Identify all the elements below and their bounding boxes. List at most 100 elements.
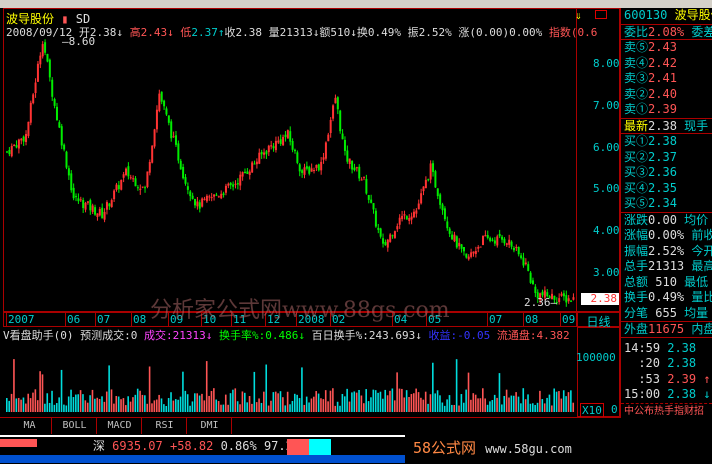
candle-body: [277, 140, 280, 143]
volume-bar: [77, 394, 79, 412]
volume-bar: [367, 401, 370, 412]
volume-bar: [301, 367, 303, 412]
ask-row: 卖①2.39: [624, 102, 677, 116]
volume-bar: [327, 401, 329, 412]
candle-body: [336, 97, 339, 110]
volume-bar: [70, 389, 72, 412]
volume-bar: [543, 403, 546, 412]
candle-body: [384, 242, 387, 246]
volume-bar: [329, 390, 332, 412]
volume-bar: [412, 393, 415, 412]
volume-bar: [160, 398, 163, 412]
volume-bar: [417, 392, 420, 412]
status-bar: 深 6935.07 +58.82 0.86% 97.27亿: [0, 435, 405, 455]
volume-bar: [158, 394, 160, 412]
market-index: 6935.07: [112, 439, 163, 453]
volume-bar: [410, 394, 413, 412]
candle-body: [165, 108, 168, 115]
volume-bar: [260, 402, 263, 412]
candle-body: [286, 130, 289, 139]
bid-row: 买③2.36: [624, 165, 677, 179]
candle-body: [72, 187, 75, 199]
candle-body: [258, 152, 261, 164]
volume-bar: [277, 393, 279, 412]
candle-body: [236, 183, 239, 185]
volume-bar: [465, 389, 467, 412]
candle-body: [48, 59, 51, 78]
candle-body: [67, 168, 70, 176]
volume-bar: [186, 394, 189, 412]
candle-body: [472, 251, 475, 254]
volume-bar: [363, 403, 365, 412]
volume-bar: [148, 366, 151, 412]
volume-bar: [322, 399, 325, 412]
ask-row: 卖⑤2.43: [624, 40, 677, 54]
scale-button[interactable]: X10: [580, 403, 604, 418]
volume-bar: [39, 371, 41, 412]
volume-bar: [103, 401, 106, 412]
candle-body: [322, 157, 325, 160]
quote-panel: 600130 波导股份 委比2.08% 委差 卖⑤2.43卖④2.42卖③2.4…: [620, 8, 712, 418]
volume-bar: [101, 396, 103, 412]
candle-body: [370, 199, 373, 203]
candle-body: [408, 217, 411, 221]
price-tick: 3.00: [593, 266, 620, 279]
candle-body: [10, 145, 13, 157]
tab-ma[interactable]: MA: [8, 418, 52, 434]
period-selector[interactable]: 日线: [577, 312, 620, 329]
candle-body: [272, 146, 275, 149]
volume-bar: [63, 404, 65, 412]
candle-body: [44, 42, 47, 53]
volume-bar: [170, 392, 172, 412]
volume-bar: [512, 395, 515, 412]
volume-bar: [117, 396, 120, 412]
news-ticker[interactable]: 中公布热手指财招: [621, 402, 712, 419]
candle-body: [393, 231, 396, 238]
volume-bar: [263, 391, 265, 412]
candle-body: [317, 164, 320, 171]
window-toggle-icon[interactable]: [595, 10, 607, 19]
volume-bar: [179, 396, 182, 412]
volume-bar: [408, 397, 410, 412]
candle-body: [446, 221, 449, 229]
candle-body: [405, 216, 408, 220]
volume-bar: [531, 403, 534, 412]
volume-bar: [55, 403, 58, 412]
candle-body: [60, 126, 63, 146]
candle-body: [229, 182, 232, 186]
volume-bar: [224, 394, 227, 412]
volume-bar: [501, 404, 503, 412]
volume-bar: [215, 399, 218, 412]
ask-row: 卖④2.42: [624, 55, 677, 70]
candle-body: [103, 211, 106, 220]
tab-macd[interactable]: MACD: [98, 418, 142, 434]
candle-body: [253, 163, 256, 165]
volume-bar: [75, 394, 77, 412]
tab-dmi[interactable]: DMI: [188, 418, 232, 434]
volume-bar: [153, 400, 156, 412]
volume-bar: [505, 389, 508, 412]
candle-body: [429, 163, 432, 180]
tab-rsi[interactable]: RSI: [143, 418, 187, 434]
candle-body: [324, 142, 327, 159]
candle-body: [213, 194, 216, 197]
volume-bar: [279, 391, 282, 412]
pin-icon[interactable]: ⇓: [575, 9, 582, 22]
candle-body: [98, 208, 101, 216]
watermark: 分析家公式网www.88gs.com: [150, 298, 450, 323]
volume-bar: [341, 393, 344, 412]
volume-bar: [360, 395, 363, 412]
volume-bar: [210, 390, 213, 412]
volume-bar: [293, 393, 296, 412]
candle-body: [17, 139, 20, 149]
stat-row: 涨跌0.00 均价: [624, 212, 709, 227]
volume-bar: [524, 399, 527, 412]
tab-boll[interactable]: BOLL: [53, 418, 97, 434]
candle-body: [512, 247, 515, 251]
candle-body: [329, 119, 332, 134]
price-chart[interactable]: 波导股份 ▮ SD 2008/09/12 开2.38↓ 高2.43↓ 低2.37…: [3, 8, 597, 312]
candle-body: [398, 217, 401, 225]
candle-body: [267, 145, 270, 153]
volume-bar: [255, 402, 258, 412]
volume-bar: [467, 372, 470, 412]
